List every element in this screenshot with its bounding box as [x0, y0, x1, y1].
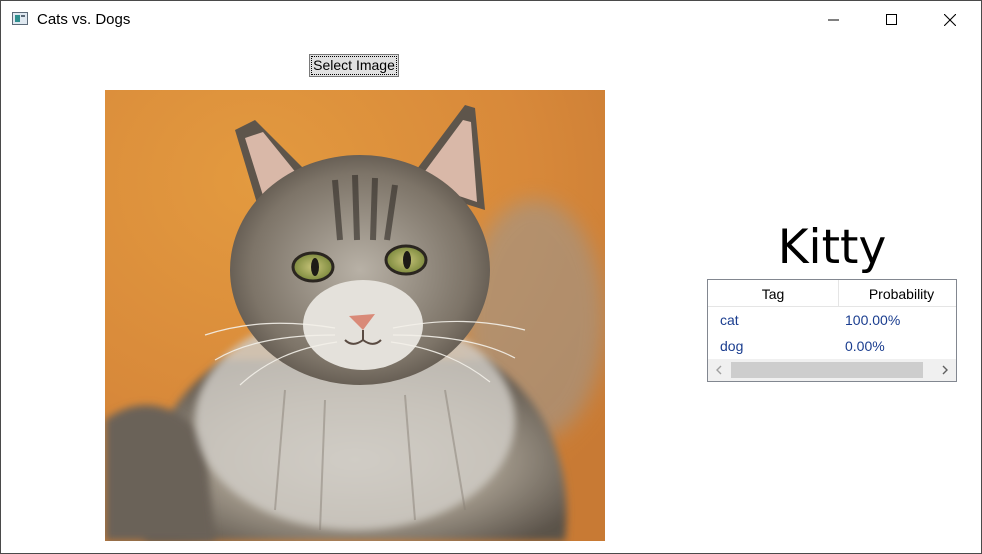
- scroll-right-button[interactable]: [934, 359, 956, 381]
- close-button[interactable]: [921, 1, 979, 39]
- window-title: Cats vs. Dogs: [37, 11, 131, 28]
- column-header-tag[interactable]: Tag: [708, 280, 839, 306]
- horizontal-scrollbar[interactable]: [708, 359, 956, 381]
- scroll-left-button[interactable]: [708, 359, 730, 381]
- table-row[interactable]: cat 100.00%: [708, 307, 956, 333]
- maximize-button[interactable]: [863, 1, 921, 39]
- app-window-icon: [12, 12, 28, 25]
- prediction-label: Kitty: [777, 220, 887, 275]
- maximize-icon: [886, 14, 897, 25]
- title-bar[interactable]: Cats vs. Dogs: [1, 1, 981, 39]
- close-icon: [944, 14, 956, 26]
- app-window: Cats vs. Dogs Select Image Kitty Tag Pro…: [0, 0, 982, 554]
- minimize-button[interactable]: [805, 1, 863, 39]
- select-image-button[interactable]: Select Image: [309, 54, 399, 77]
- cell-tag: dog: [720, 338, 744, 354]
- chevron-right-icon: [942, 365, 948, 375]
- cell-probability: 100.00%: [845, 312, 901, 328]
- cell-probability: 0.00%: [845, 338, 885, 354]
- cell-tag: cat: [720, 312, 739, 328]
- minimize-icon: [828, 19, 839, 21]
- column-header-probability[interactable]: Probability: [839, 280, 956, 306]
- results-grid[interactable]: Tag Probability cat 100.00% dog 0.00%: [707, 279, 957, 382]
- cat-photo: [105, 90, 605, 541]
- table-row[interactable]: dog 0.00%: [708, 333, 956, 359]
- grid-header: Tag Probability: [708, 280, 956, 307]
- scrollbar-thumb[interactable]: [731, 362, 923, 378]
- chevron-left-icon: [716, 365, 722, 375]
